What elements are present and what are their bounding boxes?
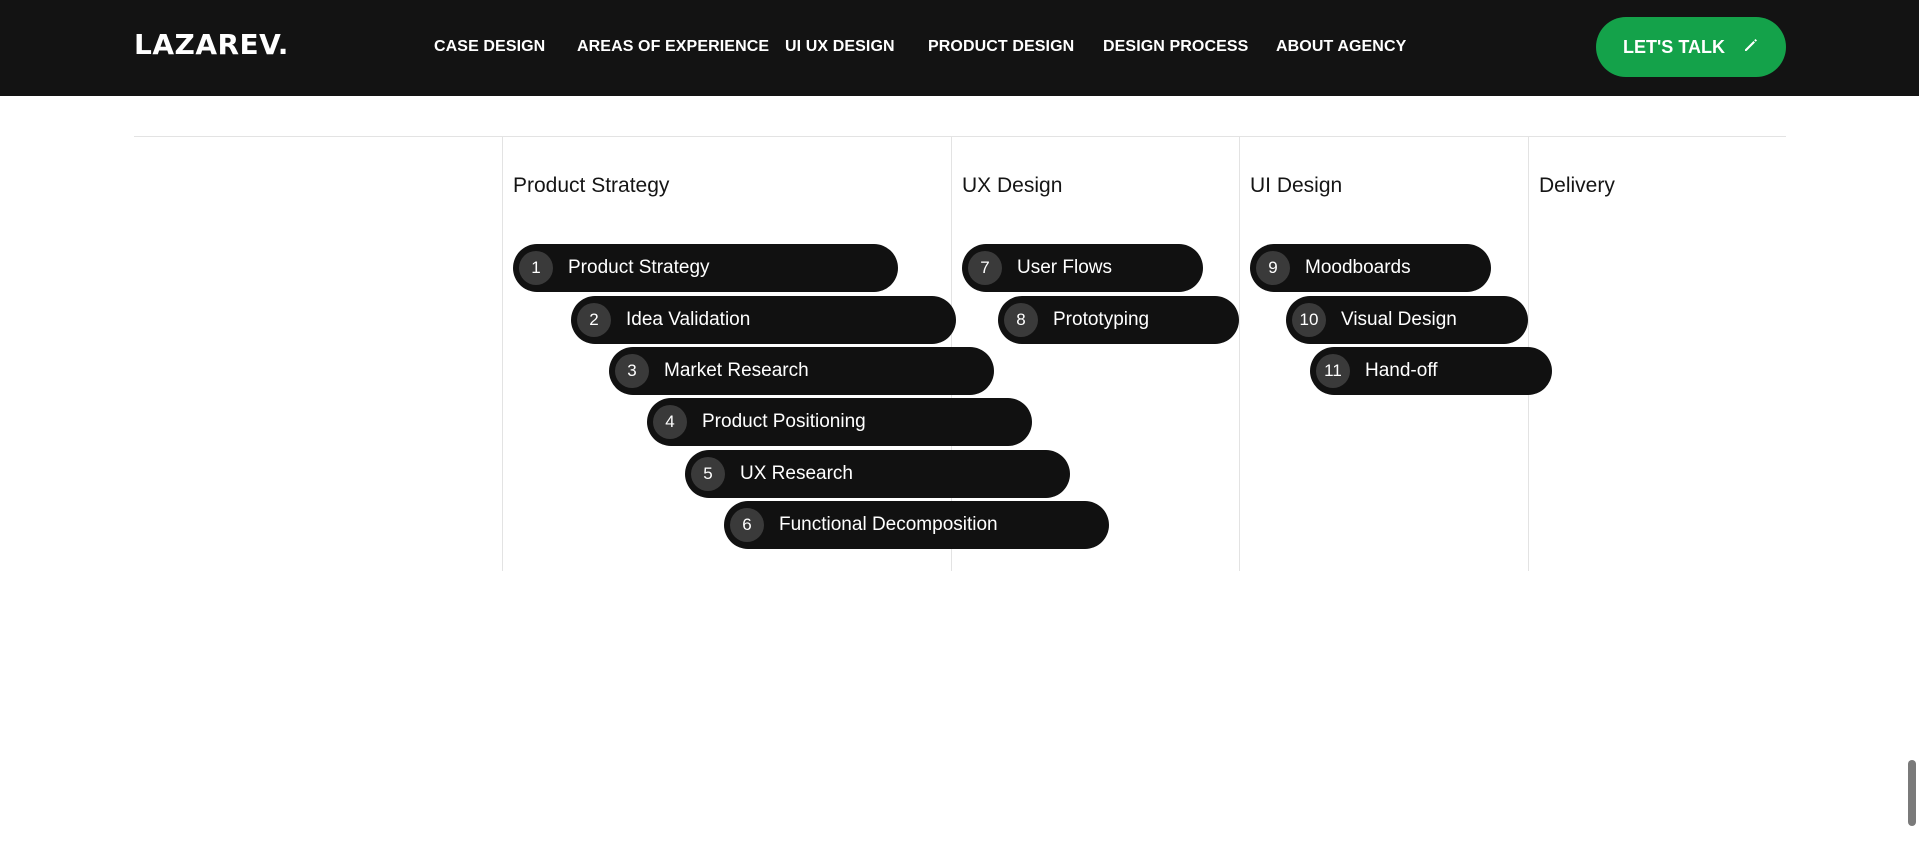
step-number: 3 [615, 354, 649, 388]
column-divider [502, 136, 503, 571]
step-number: 1 [519, 251, 553, 285]
column-heading-ux-design: UX Design [962, 174, 1063, 197]
step-label: User Flows [1017, 257, 1113, 278]
step-number: 7 [968, 251, 1002, 285]
step-number: 10 [1292, 303, 1326, 337]
column-heading-ui-design: UI Design [1250, 174, 1343, 197]
section-divider [134, 136, 1786, 137]
page-scrollbar-thumb[interactable] [1908, 760, 1916, 826]
step-number: 2 [577, 303, 611, 337]
nav-item-about-agency[interactable]: ABOUT AGENCY [1276, 38, 1406, 56]
nav-item-ui-ux-design[interactable]: UI UX DESIGN [785, 38, 895, 56]
nav-item-case-design[interactable]: CASE DESIGN [434, 38, 545, 56]
step-number: 6 [730, 508, 764, 542]
step-pill[interactable]: 6 Functional Decomposition [724, 501, 1109, 549]
step-number: 9 [1256, 251, 1290, 285]
step-label: Idea Validation [626, 309, 751, 330]
step-label: UX Research [740, 463, 853, 484]
step-label: Moodboards [1305, 257, 1411, 278]
step-pill[interactable]: 11 Hand-off [1310, 347, 1552, 395]
step-label: Market Research [664, 360, 809, 381]
nav-item-design-process[interactable]: DESIGN PROCESS [1103, 38, 1248, 56]
step-pill[interactable]: 4 Product Positioning [647, 398, 1032, 446]
step-label: Functional Decomposition [779, 514, 998, 535]
step-label: Product Positioning [702, 411, 866, 432]
step-number: 11 [1316, 354, 1350, 388]
step-pill[interactable]: 9 Moodboards [1250, 244, 1491, 292]
step-number: 4 [653, 405, 687, 439]
step-pill[interactable]: 7 User Flows [962, 244, 1203, 292]
column-divider [1239, 136, 1240, 571]
logo[interactable]: LAZAREV. [134, 28, 289, 61]
step-label: Prototyping [1053, 309, 1150, 330]
step-pill[interactable]: 1 Product Strategy [513, 244, 898, 292]
step-pill[interactable]: 10 Visual Design [1286, 296, 1528, 344]
step-pill[interactable]: 3 Market Research [609, 347, 994, 395]
top-navigation-bar: LAZAREV. CASE DESIGN AREAS OF EXPERIENCE… [0, 0, 1919, 96]
step-pill[interactable]: 2 Idea Validation [571, 296, 956, 344]
column-heading-product-strategy: Product Strategy [513, 174, 670, 197]
step-pill[interactable]: 5 UX Research [685, 450, 1070, 498]
lets-talk-label: LET'S TALK [1623, 36, 1725, 57]
step-number: 8 [1004, 303, 1038, 337]
step-label: Visual Design [1341, 309, 1457, 330]
lets-talk-button[interactable]: LET'S TALK [1596, 17, 1786, 77]
nav-item-product-design[interactable]: PRODUCT DESIGN [928, 38, 1074, 56]
step-number: 5 [691, 457, 725, 491]
step-pill[interactable]: 8 Prototyping [998, 296, 1239, 344]
column-heading-delivery: Delivery [1539, 174, 1615, 197]
pencil-icon [1743, 37, 1759, 58]
nav-item-areas-of-experience[interactable]: AREAS OF EXPERIENCE [577, 38, 769, 56]
step-label: Product Strategy [568, 257, 710, 278]
step-label: Hand-off [1365, 360, 1438, 381]
